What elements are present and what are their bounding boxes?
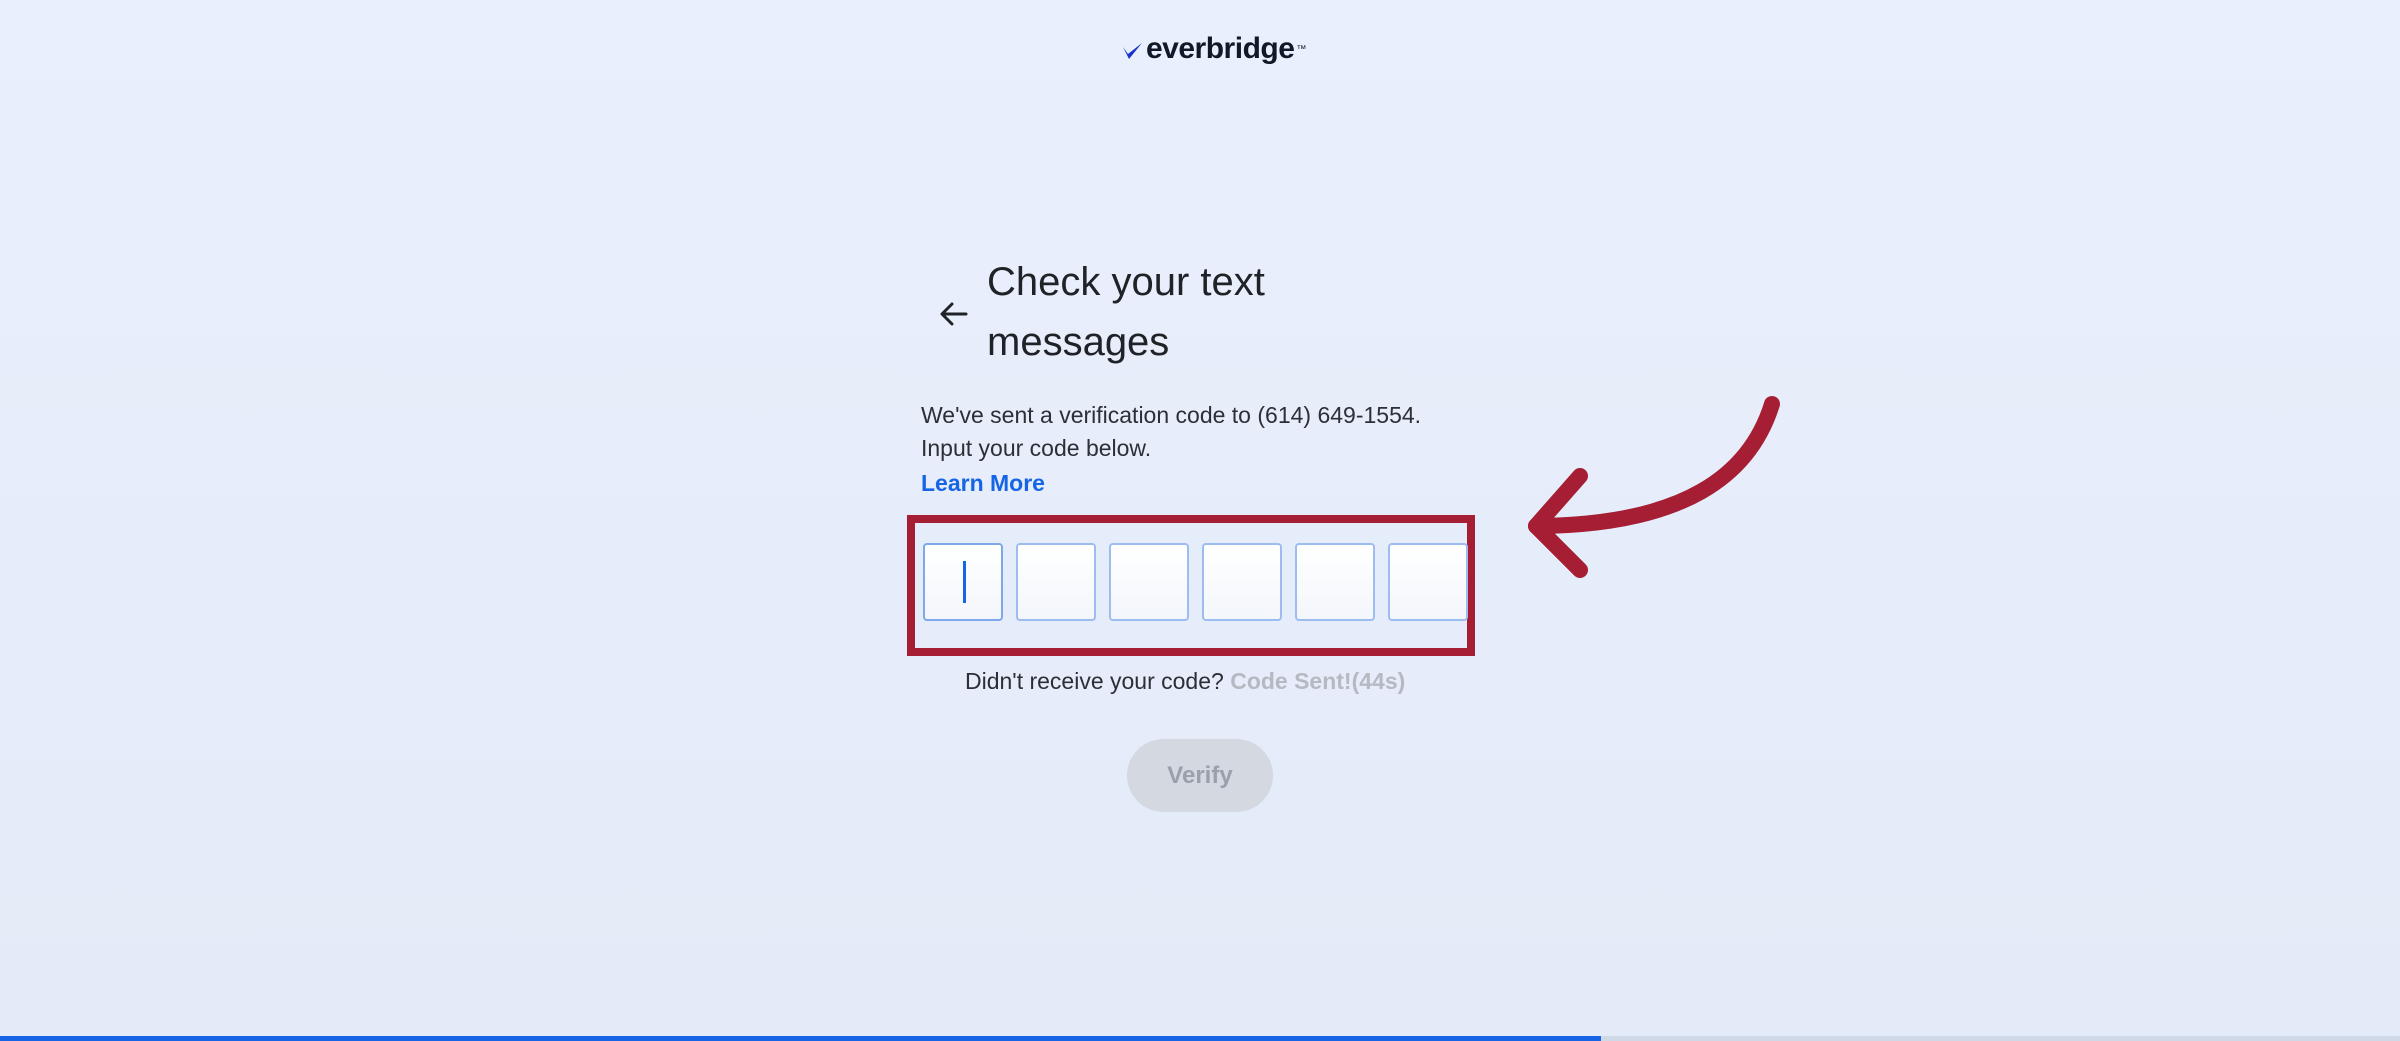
verification-message-line2: Input your code below. [921,435,1152,461]
curved-arrow-icon [1528,396,1780,578]
code-digit-input-5[interactable] [1295,543,1375,621]
logo-check-icon [1123,43,1142,59]
verification-message-line1: We've sent a verification code to (614) … [921,402,1422,428]
code-digit-input-4[interactable] [1202,543,1282,621]
logo-text: everbridge [1146,32,1295,65]
verify-button[interactable]: Verify [1127,739,1273,812]
logo-trademark: ™ [1296,44,1307,55]
code-digit-input-3[interactable] [1109,543,1189,621]
resend-code-status: Code Sent!(44s) [1230,668,1406,694]
code-digit-input-6[interactable] [1388,543,1468,621]
back-button[interactable] [934,294,974,334]
resend-code-row: Didn't receive your code? Code Sent!(44s… [965,666,1405,696]
resend-prompt: Didn't receive your code? [965,668,1224,694]
progress-bar [0,1036,2400,1041]
code-digit-input-2[interactable] [1016,543,1096,621]
page-title: Check your text messages [987,260,1265,364]
arrow-left-icon [940,302,968,326]
learn-more-link[interactable]: Learn More [921,470,1045,497]
progress-bar-fill [0,1036,1601,1041]
verification-message: We've sent a verification code to (614) … [921,399,1481,465]
everbridge-logo: everbridge ™ [1122,34,1306,64]
verification-code-input-group [923,543,1468,621]
text-cursor [963,561,966,603]
